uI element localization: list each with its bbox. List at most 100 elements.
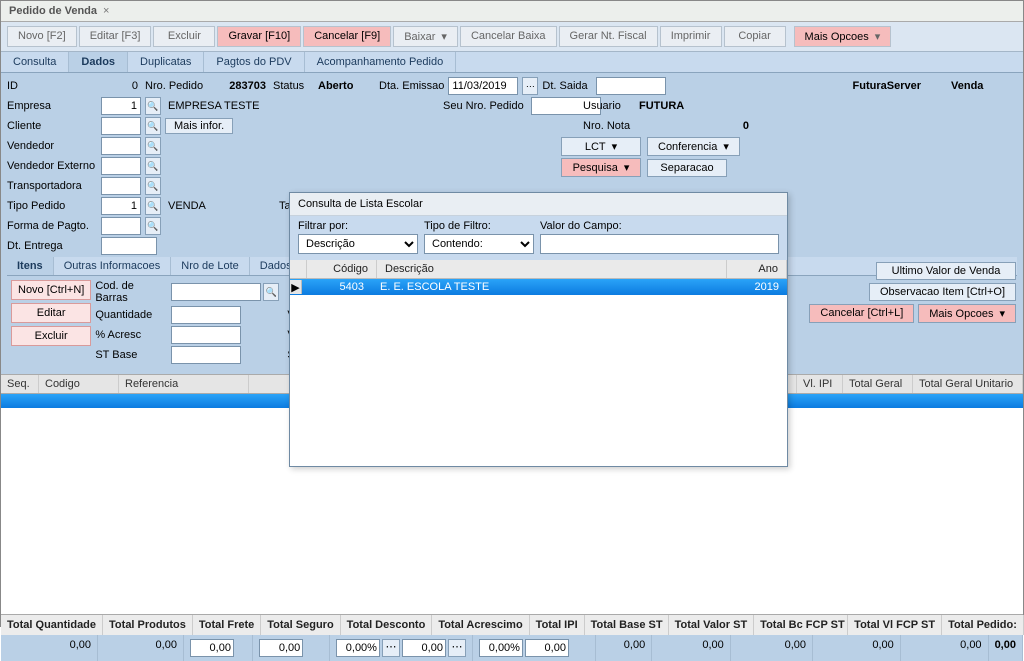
th-basest: Total Base ST — [585, 615, 669, 635]
dt-entrega-input[interactable] — [101, 237, 157, 255]
cancelar-button[interactable]: Cancelar [F9] — [303, 26, 391, 47]
popup-col-ano[interactable]: Ano — [727, 260, 787, 278]
tv-acr-val-input[interactable] — [525, 639, 569, 657]
window-title: Pedido de Venda — [9, 5, 97, 17]
lct-button[interactable]: LCT — [561, 137, 641, 156]
vendedor-lookup-icon[interactable]: 🔍 — [145, 137, 161, 155]
tab-acompanhamento[interactable]: Acompanhamento Pedido — [305, 52, 457, 72]
copiar-button[interactable]: Copiar — [724, 26, 786, 47]
col-total-geral-unit[interactable]: Total Geral Unitario — [913, 375, 1023, 393]
tv-seg-input[interactable] — [259, 639, 303, 657]
server-value: Venda — [951, 80, 1011, 92]
cod-barras-input[interactable] — [171, 283, 261, 301]
col-referencia[interactable]: Referencia — [119, 375, 249, 393]
tv-bcfcp: 0,00 — [813, 635, 901, 661]
usuario-label: Usuario — [583, 100, 633, 112]
vendedor-externo-label: Vendedor Externo — [7, 160, 97, 172]
col-codigo[interactable]: Codigo — [39, 375, 119, 393]
empresa-lookup-icon[interactable]: 🔍 — [145, 97, 161, 115]
baixar-button[interactable]: Baixar — [393, 26, 458, 47]
obs-item-button[interactable]: Observacao Item [Ctrl+O] — [869, 283, 1016, 301]
tipo-filtro-select[interactable]: Contendo: — [424, 234, 534, 254]
cliente-lookup-icon[interactable]: 🔍 — [145, 117, 161, 135]
nro-nota-value: 0 — [639, 120, 749, 132]
dta-emissao-input[interactable] — [448, 77, 518, 95]
tv-pedido: 0,00 — [989, 635, 1023, 661]
item-excluir-button[interactable]: Excluir — [11, 326, 91, 346]
close-tab-icon[interactable]: × — [103, 5, 109, 17]
th-pedido: Total Pedido: — [942, 615, 1024, 635]
col-seq[interactable]: Seq. — [1, 375, 39, 393]
cliente-code-input[interactable] — [101, 117, 141, 135]
cancelar-ctrl-l-button[interactable]: Cancelar [Ctrl+L] — [809, 304, 914, 323]
popup-grid-body[interactable] — [290, 295, 787, 466]
tab-duplicatas[interactable]: Duplicatas — [128, 52, 204, 72]
tv-frete-input[interactable] — [190, 639, 234, 657]
tab-dados[interactable]: Dados — [69, 52, 128, 72]
cancelar-baixa-button[interactable]: Cancelar Baixa — [460, 26, 557, 47]
separacao-button[interactable]: Separacao — [647, 159, 727, 177]
col-total-geral[interactable]: Total Geral — [843, 375, 913, 393]
id-value: 0 — [101, 80, 141, 92]
acresc-input[interactable] — [171, 326, 241, 344]
filtrar-por-select[interactable]: Descrição — [298, 234, 418, 254]
empresa-code-input[interactable] — [101, 97, 141, 115]
th-valorst: Total Valor ST — [669, 615, 755, 635]
transportadora-input[interactable] — [101, 177, 141, 195]
imprimir-button[interactable]: Imprimir — [660, 26, 722, 47]
transp-lookup-icon[interactable]: 🔍 — [145, 177, 161, 195]
editar-button[interactable]: Editar [F3] — [79, 26, 152, 47]
popup-col-codigo[interactable]: Código — [307, 260, 377, 278]
tv-basest: 0,00 — [652, 635, 731, 661]
status-label: Status — [273, 80, 311, 92]
tv-desc-val-input[interactable] — [402, 639, 446, 657]
tab-outras-info[interactable]: Outras Informacoes — [54, 257, 172, 275]
quantidade-label: Quantidade — [95, 309, 165, 321]
filtrar-por-label: Filtrar por: — [298, 220, 418, 232]
conferencia-button[interactable]: Conferencia — [647, 137, 740, 156]
item-editar-button[interactable]: Editar — [11, 303, 91, 323]
desc-more-icon[interactable]: ⋯ — [382, 639, 400, 657]
tab-pagtos[interactable]: Pagtos do PDV — [204, 52, 304, 72]
quantidade-input[interactable] — [171, 306, 241, 324]
item-mais-opcoes-button[interactable]: Mais Opcoes — [918, 304, 1016, 323]
popup-row-ano: 2019 — [727, 279, 787, 295]
novo-button[interactable]: Novo [F2] — [7, 26, 77, 47]
popup-col-descricao[interactable]: Descrição — [377, 260, 727, 278]
th-ipi: Total IPI — [530, 615, 585, 635]
cliente-label: Cliente — [7, 120, 97, 132]
st-base-input[interactable] — [171, 346, 241, 364]
col-vl-ipi[interactable]: Vl. IPI — [797, 375, 843, 393]
forma-pagto-code[interactable] — [101, 217, 141, 235]
gerar-nf-button[interactable]: Gerar Nt. Fiscal — [559, 26, 658, 47]
tab-itens[interactable]: Itens — [7, 257, 54, 275]
main-toolbar: Novo [F2] Editar [F3] Excluir Gravar [F1… — [1, 22, 1023, 52]
row-indicator-icon: ▶ — [290, 280, 302, 294]
id-label: ID — [7, 80, 97, 92]
cod-barras-lookup-icon[interactable]: 🔍 — [263, 283, 279, 301]
tab-consulta[interactable]: Consulta — [1, 52, 69, 72]
tipo-pedido-lookup-icon[interactable]: 🔍 — [145, 197, 161, 215]
vendedor-ext-lookup-icon[interactable]: 🔍 — [145, 157, 161, 175]
item-novo-button[interactable]: Novo [Ctrl+N] — [11, 280, 91, 300]
empresa-value: EMPRESA TESTE — [165, 100, 365, 112]
tv-desc-pct-input[interactable] — [336, 639, 380, 657]
calendar-icon[interactable]: ⋯ — [522, 77, 538, 95]
popup-grid-row[interactable]: ▶ 5403 E. E. ESCOLA TESTE 2019 — [290, 279, 787, 295]
desc-more2-icon[interactable]: ⋯ — [448, 639, 466, 657]
excluir-button[interactable]: Excluir — [153, 26, 215, 47]
tab-nro-lote[interactable]: Nro de Lote — [171, 257, 249, 275]
forma-pagto-label: Forma de Pagto. — [7, 220, 97, 232]
gravar-button[interactable]: Gravar [F10] — [217, 26, 301, 47]
valor-campo-label: Valor do Campo: — [540, 220, 779, 232]
mais-infor-button[interactable]: Mais infor. — [165, 118, 233, 134]
valor-campo-input[interactable] — [540, 234, 779, 254]
tv-acr-pct-input[interactable] — [479, 639, 523, 657]
ultimo-valor-button[interactable]: Ultimo Valor de Venda — [876, 262, 1016, 280]
vendedor-externo-input[interactable] — [101, 157, 141, 175]
vendedor-code-input[interactable] — [101, 137, 141, 155]
tipo-pedido-code[interactable] — [101, 197, 141, 215]
pesquisa-button[interactable]: Pesquisa — [561, 158, 641, 177]
mais-opcoes-button[interactable]: Mais Opcoes — [794, 26, 892, 47]
forma-pg-lookup-icon[interactable]: 🔍 — [145, 217, 161, 235]
